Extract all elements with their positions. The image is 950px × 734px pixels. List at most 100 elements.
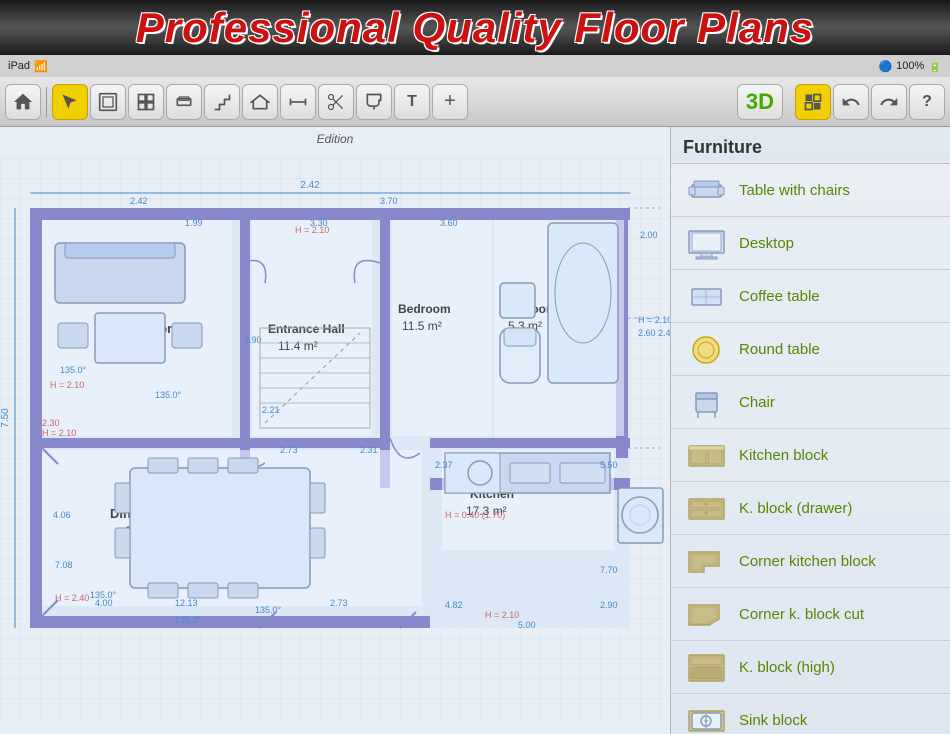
svg-text:H = 2.40: H = 2.40 [55,593,89,603]
k-block-drawer-icon [681,488,731,528]
svg-text:11.4 m²: 11.4 m² [278,339,318,353]
roof-tool-button[interactable] [242,84,278,120]
svg-text:H = 2.10: H = 2.10 [485,610,519,620]
svg-text:5.50: 5.50 [600,460,618,470]
bluetooth-icon: 🔵 [878,60,892,73]
undo-button[interactable] [833,84,869,120]
ipad-label: iPad [8,60,30,72]
svg-text:7.50: 7.50 [0,408,11,428]
furniture-item-sink-block[interactable]: Sink block [671,694,950,734]
svg-text:5.00: 5.00 [518,620,536,630]
furniture-sidebar: Furniture Table with chairs [670,127,950,734]
floor-plan-area[interactable]: Edition [0,127,670,734]
svg-text:135.0°: 135.0° [155,390,182,400]
sink-block-label: Sink block [739,712,807,729]
round-table-label: Round table [739,341,820,358]
k-block-high-label: K. block (high) [739,659,835,676]
header-banner: Professional Quality Floor Plans [0,0,950,55]
furniture-panel-title: Furniture [671,127,950,164]
3d-button[interactable]: 3D [737,84,783,120]
svg-text:2.21: 2.21 [262,405,280,415]
furniture-item-corner-k-block-cut[interactable]: Corner k. block cut [671,588,950,641]
svg-text:2.42: 2.42 [130,196,148,206]
svg-text:7.08: 7.08 [55,560,73,570]
battery-label: 100% [896,60,924,72]
svg-text:135.0°: 135.0° [175,615,202,625]
redo-button[interactable] [871,84,907,120]
svg-text:3.90: 3.90 [244,335,262,345]
svg-text:2.73: 2.73 [330,598,348,608]
chair-label: Chair [739,394,775,411]
main-content: Edition [0,127,950,734]
furniture-tool-button[interactable] [166,84,202,120]
svg-text:135.0°: 135.0° [60,365,87,375]
paint-tool-button[interactable] [356,84,392,120]
svg-text:3.30: 3.30 [310,218,328,228]
corner-k-block-cut-label: Corner k. block cut [739,606,864,623]
svg-text:7.70: 7.70 [600,565,618,575]
add-tool-button[interactable]: + [432,84,468,120]
svg-text:Entrance Hall: Entrance Hall [268,322,345,336]
svg-text:4.00: 4.00 [95,598,113,608]
wall-tool-button[interactable] [90,84,126,120]
svg-text:2.60 2.40: 2.60 2.40 [638,328,670,338]
toolbar: T + 3D ? [0,77,950,127]
furniture-item-coffee-table[interactable]: Coffee table [671,270,950,323]
stairs-tool-button[interactable] [204,84,240,120]
svg-text:3.70: 3.70 [380,196,398,206]
coffee-table-label: Coffee table [739,288,820,305]
svg-text:11.5 m²: 11.5 m² [402,319,442,333]
svg-text:2.37: 2.37 [435,460,453,470]
desktop-label: Desktop [739,235,794,252]
svg-text:2.30: 2.30 [42,418,60,428]
corner-k-block-cut-icon [681,594,731,634]
kitchen-block-label: Kitchen block [739,447,828,464]
room-tool-button[interactable] [128,84,164,120]
help-button[interactable]: ? [909,84,945,120]
desktop-icon [681,223,731,263]
corner-kitchen-block-label: Corner kitchen block [739,553,876,570]
furniture-item-k-block-high[interactable]: K. block (high) [671,641,950,694]
svg-text:12.13: 12.13 [175,598,198,608]
svg-text:Bedroom: Bedroom [398,302,451,316]
furniture-item-round-table[interactable]: Round table [671,323,950,376]
k-block-drawer-label: K. block (drawer) [739,500,852,517]
table-with-chairs-icon [681,170,731,210]
svg-text:H = 0.40 (1.70): H = 0.40 (1.70) [445,510,505,520]
svg-text:2.31: 2.31 [360,445,378,455]
chair-icon [681,382,731,422]
furniture-item-kitchen-block[interactable]: Kitchen block [671,429,950,482]
coffee-table-icon [681,276,731,316]
wifi-icon: 📶 [34,60,48,73]
svg-text:H = 2.10: H = 2.10 [42,428,76,438]
svg-text:4.06: 4.06 [53,510,71,520]
furniture-item-chair[interactable]: Chair [671,376,950,429]
svg-text:4.82: 4.82 [445,600,463,610]
scissor-tool-button[interactable] [318,84,354,120]
kitchen-block-icon [681,435,731,475]
select-tool-button[interactable] [52,84,88,120]
svg-text:2.42: 2.42 [300,180,320,191]
table-with-chairs-label: Table with chairs [739,182,850,199]
floor-plan-canvas[interactable]: Living Room 22.3 m² Entrance Hall 11.4 m… [0,142,670,734]
svg-text:135.0°: 135.0° [255,605,282,615]
svg-text:H = 2.10: H = 2.10 [50,380,84,390]
furniture-item-desktop[interactable]: Desktop [671,217,950,270]
yellow-right-button[interactable] [795,84,831,120]
home-button[interactable] [5,84,41,120]
text-tool-button[interactable]: T [394,84,430,120]
svg-text:2.73: 2.73 [280,445,298,455]
svg-text:2.90: 2.90 [600,600,618,610]
furniture-item-table-with-chairs[interactable]: Table with chairs [671,164,950,217]
svg-text:H = 2.10: H = 2.10 [638,315,670,325]
dimension-tool-button[interactable] [280,84,316,120]
svg-text:1.99: 1.99 [185,218,203,228]
round-table-icon [681,329,731,369]
furniture-item-k-block-drawer[interactable]: K. block (drawer) [671,482,950,535]
sink-block-icon [681,700,731,734]
k-block-high-icon [681,647,731,687]
svg-text:2.00: 2.00 [640,230,658,240]
corner-kitchen-block-icon [681,541,731,581]
battery-icon: 🔋 [928,60,942,73]
furniture-item-corner-kitchen-block[interactable]: Corner kitchen block [671,535,950,588]
